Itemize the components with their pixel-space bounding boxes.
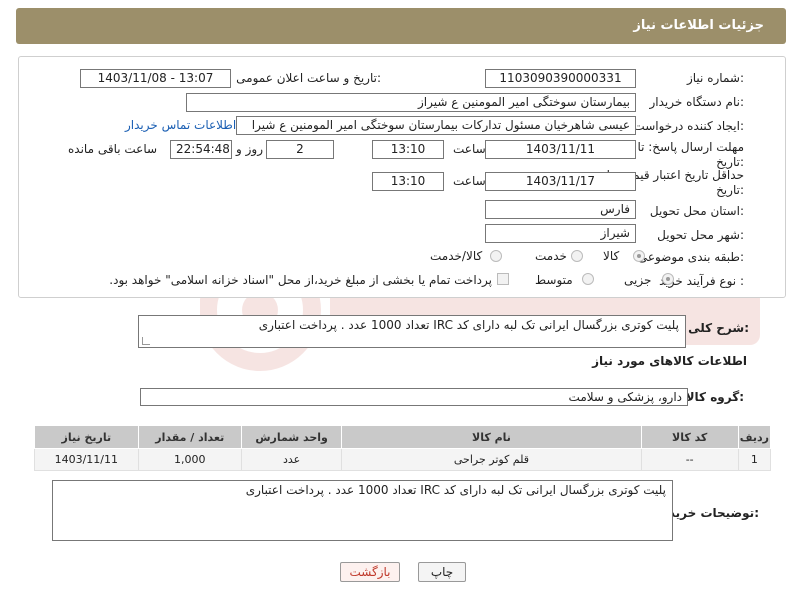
creator-field: عیسی شاهرخیان مسئول تدارکات بیمارستان سو…	[236, 116, 636, 135]
cell-code: --	[640, 448, 739, 471]
col-qty-header: تعداد / مقدار	[137, 425, 242, 449]
col-row-header: ردیف	[737, 425, 772, 449]
goods-section-title: اطلاعات کالاهای مورد نیاز	[592, 354, 747, 368]
cell-date: 1403/11/11	[34, 448, 139, 471]
deadline-date-field: 1403/11/11	[485, 140, 636, 159]
buyer-notes-textarea: پلیت کوتری بزرگسال ایرانی تک لبه دارای ک…	[52, 480, 673, 541]
deadline-time-field: 13:10	[372, 140, 444, 159]
goods-table-header: ردیف کد کالا نام کالا واحد شمارش تعداد /…	[34, 425, 772, 449]
province-field: فارس	[485, 200, 636, 219]
time-remaining-label: ساعت باقی مانده	[68, 142, 158, 156]
category-service-radio[interactable]	[571, 250, 583, 262]
resize-grip-icon	[142, 337, 150, 345]
creator-label: ایجاد کننده درخواست:	[633, 119, 744, 133]
table-row: 1 -- قلم کوتر جراحی عدد 1,000 1403/11/11	[34, 448, 772, 471]
buyer-org-label: نام دستگاه خریدار:	[649, 95, 745, 109]
buyer-org-field: بیمارستان سوختگی امیر المومنین ع شیراز	[186, 93, 636, 112]
goods-group-field: دارو، پزشکی و سلامت	[140, 388, 688, 406]
col-date-header: تاریخ نیاز	[34, 425, 139, 449]
cell-row: 1	[737, 448, 772, 471]
page-header: جزئیات اطلاعات نیاز	[16, 8, 786, 44]
category-both-radio[interactable]	[490, 250, 502, 262]
col-name-header: نام کالا	[341, 425, 642, 449]
time-remaining-field: 22:54:48	[170, 140, 232, 159]
deadline-label-date: تاریخ:	[716, 155, 744, 169]
validity-time-field: 13:10	[372, 172, 444, 191]
deadline-label: مهلت ارسال پاسخ: تا	[637, 140, 744, 154]
validity-label-date: تاریخ:	[716, 183, 744, 197]
category-label: طبقه بندی موضوعی:	[637, 250, 744, 264]
validity-time-label: ساعت	[453, 174, 486, 188]
description-text: پلیت کوتری بزرگسال ایرانی تک لبه دارای ک…	[258, 318, 679, 332]
process-minor-radio[interactable]	[662, 273, 674, 285]
goods-table: ردیف کد کالا نام کالا واحد شمارش تعداد /…	[34, 425, 772, 471]
cell-qty: 1,000	[137, 448, 242, 471]
cell-name: قلم کوتر جراحی	[341, 448, 642, 471]
col-code-header: کد کالا	[640, 425, 739, 449]
days-remaining-field: 2	[266, 140, 334, 159]
back-button[interactable]: بازگشت	[340, 562, 400, 582]
goods-group-label: گروه کالا:	[685, 390, 744, 404]
announce-date-label: تاریخ و ساعت اعلان عمومی:	[236, 71, 381, 85]
category-service-label: خدمت	[535, 249, 567, 263]
col-unit-header: واحد شمارش	[240, 425, 343, 449]
print-button[interactable]: چاپ	[418, 562, 466, 582]
need-number-label: شماره نیاز:	[686, 71, 744, 85]
treasury-payment-note: پرداخت تمام یا بخشی از مبلغ خرید،از محل …	[109, 273, 492, 287]
process-medium-radio[interactable]	[582, 273, 594, 285]
treasury-payment-checkbox[interactable]	[497, 273, 509, 285]
deadline-time-label: ساعت	[453, 142, 486, 156]
buyer-notes-text: پلیت کوتری بزرگسال ایرانی تک لبه دارای ک…	[245, 483, 666, 497]
category-both-label: کالا/خدمت	[430, 249, 483, 263]
page-title: جزئیات اطلاعات نیاز	[633, 18, 764, 33]
process-minor-label: جزیی	[624, 273, 652, 287]
city-field: شیراز	[485, 224, 636, 243]
province-label: استان محل تحویل:	[649, 204, 744, 218]
process-medium-label: متوسط	[535, 273, 573, 287]
buyer-contact-link[interactable]: اطلاعات تماس خریدار	[125, 118, 236, 132]
city-label: شهر محل تحویل:	[657, 228, 744, 242]
cell-unit: عدد	[240, 448, 343, 471]
announce-date-field: 1403/11/08 - 13:07	[80, 69, 231, 88]
category-goods-label: کالا	[603, 249, 620, 263]
description-textarea: پلیت کوتری بزرگسال ایرانی تک لبه دارای ک…	[138, 315, 686, 348]
days-label: روز و	[236, 142, 263, 156]
category-goods-radio[interactable]	[633, 250, 645, 262]
validity-date-field: 1403/11/17	[485, 172, 636, 191]
need-number-field: 1103090390000331	[485, 69, 636, 88]
